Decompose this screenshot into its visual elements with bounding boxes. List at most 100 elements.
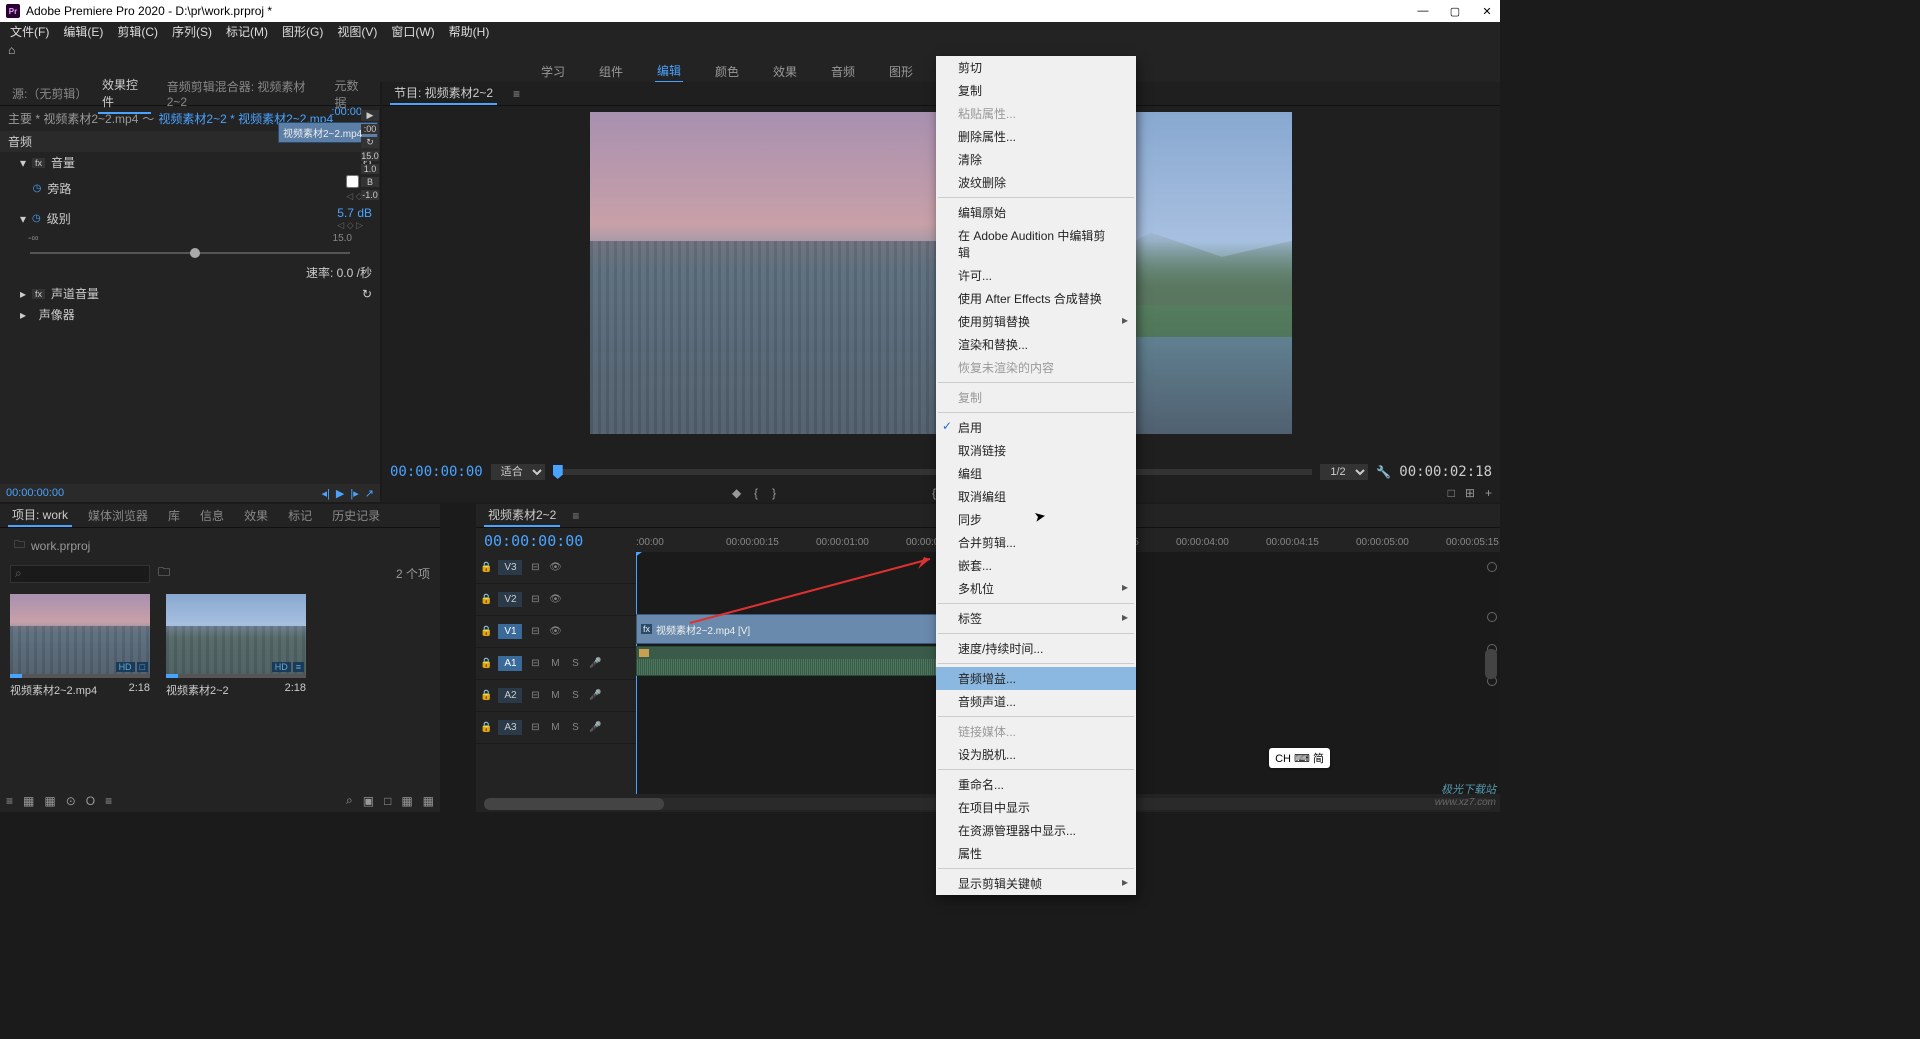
lock-icon[interactable]: 🔒 xyxy=(480,722,492,733)
ctx-item[interactable]: 复制 xyxy=(936,79,1136,102)
ime-badge[interactable]: CH ⌨ 简 xyxy=(1269,748,1330,768)
track-target[interactable]: A2 xyxy=(498,688,522,703)
voice-icon[interactable]: 🎤 xyxy=(588,690,602,701)
zoom-select[interactable]: 适合 xyxy=(491,464,545,480)
ctx-item[interactable]: 启用 xyxy=(936,416,1136,439)
solo-toggle[interactable]: S xyxy=(568,690,582,701)
project-footer-icon[interactable]: ⊙ xyxy=(66,794,76,808)
project-footer-icon[interactable]: ▣ xyxy=(363,794,374,808)
program-tab[interactable]: 节目: 视频素材2~2 xyxy=(390,82,497,105)
solo-toggle[interactable]: S xyxy=(568,658,582,669)
sync-icon[interactable]: ⊟ xyxy=(528,722,542,733)
audio-clip[interactable] xyxy=(636,646,986,676)
ec-tab[interactable]: 音频剪辑混合器: 视频素材2~2 xyxy=(163,76,319,111)
ec-gutter-item[interactable]: ▶ xyxy=(361,110,379,121)
menu-文件(F)[interactable]: 文件(F) xyxy=(4,22,55,41)
ctx-item[interactable]: 在资源管理器中显示... xyxy=(936,819,1136,842)
program-scrubber[interactable] xyxy=(553,469,1313,475)
lock-icon[interactable]: 🔒 xyxy=(480,690,492,701)
lock-icon[interactable]: 🔒 xyxy=(480,626,492,637)
project-tab[interactable]: 项目: work xyxy=(8,504,72,527)
home-icon[interactable]: ⌂ xyxy=(8,43,15,57)
lock-icon[interactable]: 🔒 xyxy=(480,594,492,605)
ctx-item[interactable]: 波纹删除 xyxy=(936,171,1136,194)
search-input[interactable]: ⌕ xyxy=(10,565,150,583)
timeline-timecode[interactable]: 00:00:00:00 xyxy=(484,532,583,550)
ctx-item[interactable]: 使用 After Effects 合成替换 xyxy=(936,287,1136,310)
track-target[interactable]: V1 xyxy=(498,624,522,639)
menu-帮助(H)[interactable]: 帮助(H) xyxy=(443,22,496,41)
ec-channel-volume[interactable]: ▸ fx 声道音量↻ xyxy=(0,283,380,304)
sync-icon[interactable]: ⊟ xyxy=(528,658,542,669)
ctx-item[interactable]: 剪切 xyxy=(936,56,1136,79)
ec-export-icon[interactable]: ↗ xyxy=(365,487,374,500)
voice-icon[interactable]: 🎤 xyxy=(588,658,602,669)
project-tab[interactable]: 效果 xyxy=(240,505,272,526)
visibility-icon[interactable]: 👁 xyxy=(548,626,562,637)
gear-icon[interactable]: 🔧 xyxy=(1376,465,1391,479)
menu-编辑(E)[interactable]: 编辑(E) xyxy=(57,22,109,41)
ec-gutter-item[interactable]: -1.0 xyxy=(361,190,379,200)
ctx-item[interactable]: 许可... xyxy=(936,264,1136,287)
project-tab[interactable]: 媒体浏览器 xyxy=(84,505,152,526)
project-footer-icon[interactable]: □ xyxy=(384,794,391,808)
ctx-item[interactable]: 在项目中显示 xyxy=(936,796,1136,819)
ctx-item[interactable]: 取消编组 xyxy=(936,485,1136,508)
visibility-icon[interactable]: 👁 xyxy=(548,594,562,605)
ctx-item[interactable]: 删除属性... xyxy=(936,125,1136,148)
ctx-item[interactable]: 合并剪辑... xyxy=(936,531,1136,554)
ctx-item[interactable]: 多机位 xyxy=(936,577,1136,600)
workspace-颜色[interactable]: 颜色 xyxy=(713,61,741,82)
lock-icon[interactable]: 🔒 xyxy=(480,658,492,669)
ec-fx-volume[interactable]: ▾ fx 音量 ↻ xyxy=(0,152,380,173)
ec-gutter-item[interactable]: 1.0 xyxy=(361,164,379,174)
out-icon[interactable]: } xyxy=(772,486,776,500)
ctx-item[interactable]: 使用剪辑替换 xyxy=(936,310,1136,333)
menu-剪辑(C)[interactable]: 剪辑(C) xyxy=(111,22,164,41)
mute-toggle[interactable]: M xyxy=(548,658,562,669)
project-item[interactable]: HD≡视频素材2~22:18 xyxy=(166,594,306,698)
workspace-音频[interactable]: 音频 xyxy=(829,61,857,82)
sync-icon[interactable]: ⊟ xyxy=(528,562,542,573)
project-footer-icon[interactable]: ≡ xyxy=(105,794,112,808)
ec-gutter-item[interactable]: B xyxy=(361,177,379,187)
lift-icon[interactable]: □ xyxy=(1448,486,1455,500)
project-footer-icon[interactable]: ≡ xyxy=(6,794,13,808)
lock-icon[interactable]: 🔒 xyxy=(480,562,492,573)
add-button-icon[interactable]: + xyxy=(1485,486,1492,500)
mute-toggle[interactable]: M xyxy=(548,722,562,733)
ctx-item[interactable]: 在 Adobe Audition 中编辑剪辑 xyxy=(936,224,1136,264)
project-footer-icon[interactable]: ▦ xyxy=(423,794,434,808)
menu-图形(G)[interactable]: 图形(G) xyxy=(276,22,329,41)
ec-step-back-icon[interactable]: ◂| xyxy=(322,487,330,500)
sync-icon[interactable]: ⊟ xyxy=(528,594,542,605)
bypass-checkbox[interactable] xyxy=(346,175,359,188)
resolution-select[interactable]: 1/2 xyxy=(1320,464,1368,480)
workspace-图形[interactable]: 图形 xyxy=(887,61,915,82)
solo-toggle[interactable]: S xyxy=(568,722,582,733)
workspace-组件[interactable]: 组件 xyxy=(597,61,625,82)
level-slider[interactable] xyxy=(30,252,350,254)
ctx-item[interactable]: 音频增益... xyxy=(936,667,1136,690)
project-footer-icon[interactable]: ▦ xyxy=(23,794,34,808)
project-tab[interactable]: 信息 xyxy=(196,505,228,526)
ctx-item[interactable]: 编组 xyxy=(936,462,1136,485)
filter-bin-icon[interactable]: 🗀 xyxy=(158,563,170,584)
menu-标记(M)[interactable]: 标记(M) xyxy=(220,22,274,41)
project-tab[interactable]: 历史记录 xyxy=(328,505,384,526)
ec-tab[interactable]: 源:（无剪辑） xyxy=(8,83,86,104)
track-target[interactable]: V2 xyxy=(498,592,522,607)
extract-icon[interactable]: ⊞ xyxy=(1465,486,1475,500)
ctx-item[interactable]: 清除 xyxy=(936,148,1136,171)
ec-step-fwd-icon[interactable]: |▸ xyxy=(350,487,358,500)
project-item[interactable]: HD□视频素材2~2.mp42:18 xyxy=(10,594,150,698)
ctx-item[interactable]: 标签 xyxy=(936,607,1136,630)
menu-窗口(W)[interactable]: 窗口(W) xyxy=(385,22,440,41)
menu-视图(V)[interactable]: 视图(V) xyxy=(331,22,383,41)
sync-icon[interactable]: ⊟ xyxy=(528,690,542,701)
project-tab[interactable]: 标记 xyxy=(284,505,316,526)
ctx-item[interactable]: 属性 xyxy=(936,842,1136,865)
program-timecode[interactable]: 00:00:00:00 xyxy=(390,464,483,480)
ctx-item[interactable]: 重命名... xyxy=(936,773,1136,796)
ctx-item[interactable]: 显示剪辑关键帧 xyxy=(936,872,1136,895)
